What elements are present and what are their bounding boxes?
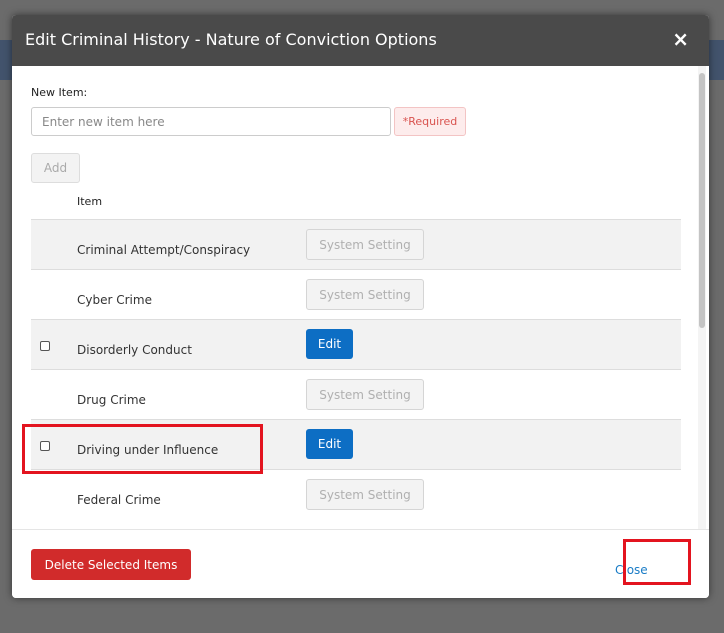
modal-footer: Delete Selected Items Close bbox=[12, 529, 709, 598]
item-label: Federal Crime bbox=[77, 493, 161, 507]
new-item-label: New Item: bbox=[31, 86, 88, 99]
list-item: Federal Crime System Setting bbox=[31, 469, 681, 519]
new-item-input[interactable] bbox=[31, 107, 391, 136]
required-badge: *Required bbox=[394, 107, 466, 136]
modal-header: Edit Criminal History - Nature of Convic… bbox=[12, 15, 709, 66]
item-column-header: Item bbox=[77, 195, 103, 208]
item-label: Criminal Attempt/Conspiracy bbox=[77, 243, 251, 257]
list-item: Drug Crime System Setting bbox=[31, 369, 681, 419]
list-item: Criminal Attempt/Conspiracy System Setti… bbox=[31, 219, 681, 269]
system-setting-button: System Setting bbox=[306, 379, 424, 410]
items-list: Criminal Attempt/Conspiracy System Setti… bbox=[31, 219, 681, 519]
modal-title: Edit Criminal History - Nature of Convic… bbox=[25, 30, 437, 49]
system-setting-button: System Setting bbox=[306, 279, 424, 310]
edit-button[interactable]: Edit bbox=[306, 329, 353, 359]
add-button[interactable]: Add bbox=[31, 153, 80, 183]
highlight-driving-row bbox=[22, 424, 263, 474]
highlight-close-button bbox=[623, 539, 691, 585]
edit-options-modal: Edit Criminal History - Nature of Convic… bbox=[12, 15, 709, 598]
list-item: Cyber Crime System Setting bbox=[31, 269, 681, 319]
edit-button[interactable]: Edit bbox=[306, 429, 353, 459]
list-item: Disorderly Conduct Edit bbox=[31, 319, 681, 369]
scrollbar-thumb[interactable] bbox=[699, 73, 705, 328]
item-label: Disorderly Conduct bbox=[77, 343, 192, 357]
item-checkbox[interactable] bbox=[40, 341, 50, 351]
item-label: Drug Crime bbox=[77, 393, 146, 407]
system-setting-button: System Setting bbox=[306, 479, 424, 510]
system-setting-button: System Setting bbox=[306, 229, 424, 260]
close-icon[interactable]: × bbox=[672, 27, 689, 51]
delete-selected-button[interactable]: Delete Selected Items bbox=[31, 549, 191, 580]
item-label: Cyber Crime bbox=[77, 293, 152, 307]
